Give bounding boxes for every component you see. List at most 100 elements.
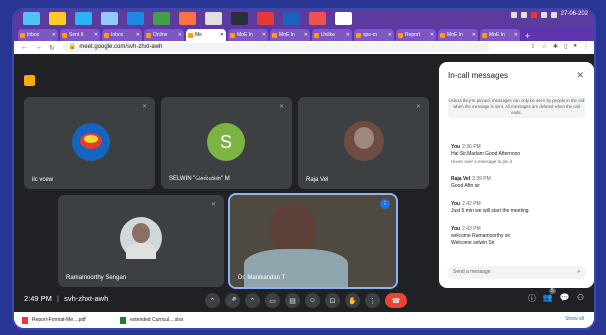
chrome-icon[interactable]: [153, 12, 170, 25]
tab-close-icon[interactable]: ✕: [136, 32, 140, 38]
extensions-icon[interactable]: ✱: [553, 43, 558, 50]
address-bar[interactable]: 🔒 meet.google.com/svh-zhxt-awh: [62, 43, 489, 52]
avatar: [344, 121, 384, 161]
send-icon[interactable]: ➤: [577, 266, 581, 279]
system-tray: 27-06-202: [510, 11, 588, 18]
meet-info-badge-icon[interactable]: [24, 75, 35, 86]
meet-area: ✕ iic vcew ✕ S SELWIN "செல்வின்" M ✕ Raj…: [14, 54, 594, 312]
chrome-active-icon[interactable]: [257, 12, 274, 25]
browser-tab[interactable]: Unlike ✕: [312, 29, 352, 41]
volume-icon[interactable]: [550, 11, 557, 18]
browser-tab[interactable]: Report ✕: [396, 29, 436, 41]
windows-taskbar: 27-06-202: [14, 10, 594, 27]
browser-tab[interactable]: MoE In ✕: [270, 29, 310, 41]
menu-icon[interactable]: ⋮: [583, 43, 589, 50]
participant-tile[interactable]: ✕ S SELWIN "செல்வின்" M: [161, 97, 292, 189]
windows-start-icon[interactable]: [23, 12, 40, 25]
chat-icon[interactable]: 💬: [560, 293, 570, 304]
clock[interactable]: 27-06-202: [561, 11, 588, 18]
participant-name: iic vcew: [32, 177, 54, 183]
reload-icon[interactable]: ↻: [49, 44, 55, 52]
tab-favicon-icon: [62, 32, 67, 38]
share-icon[interactable]: ⇪: [531, 43, 536, 50]
tab-close-icon[interactable]: ✕: [52, 32, 56, 38]
firefox-icon[interactable]: [179, 12, 196, 25]
tab-close-icon[interactable]: ✕: [514, 32, 518, 38]
camera-icon[interactable]: ▭: [265, 293, 280, 308]
tab-label: Me: [195, 32, 202, 38]
url-text: meet.google.com/svh-zhxt-awh: [79, 44, 163, 50]
word-icon[interactable]: [283, 12, 300, 25]
tab-close-icon[interactable]: ✕: [178, 32, 182, 38]
tray-icon[interactable]: [520, 11, 527, 18]
raise-hand-icon[interactable]: ✋: [345, 293, 360, 308]
send-placeholder: Send a message: [453, 269, 491, 275]
tab-close-icon[interactable]: ✕: [304, 32, 308, 38]
send-message-input[interactable]: Send a message ➤: [447, 266, 586, 279]
app-icon[interactable]: [101, 12, 118, 25]
app-icon[interactable]: [205, 12, 222, 25]
tray-icon[interactable]: [530, 11, 537, 18]
bookmark-star-icon[interactable]: ☆: [542, 43, 547, 50]
message-text: Just 5 min we will start the meeting: [451, 208, 529, 214]
tab-close-icon[interactable]: ✕: [94, 32, 98, 38]
tab-close-icon[interactable]: ✕: [262, 32, 266, 38]
more-audio-options-icon[interactable]: ⌃: [205, 293, 220, 308]
browser-tab[interactable]: Sent It ✕: [60, 29, 100, 41]
close-icon[interactable]: ✕: [576, 70, 584, 81]
message-text: Good Aftn sir: [451, 183, 480, 189]
tab-close-icon[interactable]: ✕: [220, 32, 224, 38]
back-icon[interactable]: ←: [21, 44, 28, 51]
participant-tile[interactable]: ✕ iic vcew: [24, 97, 155, 189]
participant-tile[interactable]: ✕ Ramamoorthy Sengan: [58, 195, 224, 287]
forward-icon[interactable]: →: [35, 44, 42, 51]
skype-icon[interactable]: [75, 12, 92, 25]
tab-close-icon[interactable]: ✕: [388, 32, 392, 38]
tray-icon[interactable]: [510, 11, 517, 18]
chat-info-note: Unless they're pinned, messages can only…: [448, 96, 585, 118]
browser-tab[interactable]: MoE In ✕: [480, 29, 520, 41]
emoji-icon[interactable]: ☺: [305, 293, 320, 308]
meeting-info-icon[interactable]: ⓘ: [528, 293, 536, 304]
present-icon[interactable]: ⊡: [325, 293, 340, 308]
browser-tab[interactable]: MoE In ✕: [438, 29, 478, 41]
download-item[interactable]: extended Curricul....xlsx: [120, 316, 210, 324]
more-video-options-icon[interactable]: ⌃: [245, 293, 260, 308]
browser-tab[interactable]: Me ✕: [186, 29, 226, 41]
app-icon[interactable]: [231, 12, 248, 25]
browser-tab[interactable]: Online ✕: [144, 29, 184, 41]
captions-icon[interactable]: ▤: [285, 293, 300, 308]
participant-tile-speaking[interactable]: ⁞ Dr. Manikandan T: [230, 195, 396, 287]
message-text: welcome Ramamoorthy sir: [451, 233, 511, 239]
message-sender: You: [451, 226, 461, 232]
profile-icon[interactable]: ●: [573, 43, 577, 50]
tab-close-icon[interactable]: ✕: [430, 32, 434, 38]
network-icon[interactable]: [540, 11, 547, 18]
people-icon[interactable]: 👥 5: [543, 288, 556, 304]
more-options-icon[interactable]: ⋮: [365, 293, 380, 308]
browser-tab[interactable]: Inbox ✕: [102, 29, 142, 41]
avatar-logo-shape: [84, 135, 98, 143]
end-call-button[interactable]: ☎: [385, 293, 407, 308]
browser-tab[interactable]: MoE In ✕: [228, 29, 268, 41]
app-icon[interactable]: [309, 12, 326, 25]
download-item[interactable]: Report-Format-Me....pdf: [22, 316, 112, 324]
participant-tile[interactable]: ✕ Raja Vel: [298, 97, 429, 189]
tab-label: MoE In: [237, 32, 253, 38]
tab-close-icon[interactable]: ✕: [472, 32, 476, 38]
edge-icon[interactable]: [127, 12, 144, 25]
tab-label: Online: [153, 32, 168, 38]
browser-tab[interactable]: spe-m ✕: [354, 29, 394, 41]
file-explorer-icon[interactable]: [49, 12, 66, 25]
activities-icon[interactable]: ⚇: [577, 293, 584, 304]
sidebar-icon[interactable]: ▯: [564, 43, 567, 50]
browser-tab[interactable]: Inbox ✕: [18, 29, 58, 41]
show-all-button[interactable]: Show all: [565, 316, 584, 322]
address-bar-row: ← → ↻ 🔒 meet.google.com/svh-zhxt-awh ⇪ ☆ …: [14, 41, 594, 55]
microphone-icon[interactable]: 🎤: [225, 293, 240, 308]
app-icon[interactable]: [335, 12, 352, 25]
meeting-details[interactable]: 2:49 PM | svh-zhxt-awh: [24, 294, 108, 303]
tab-close-icon[interactable]: ✕: [346, 32, 350, 38]
meeting-code: svh-zhxt-awh: [64, 294, 109, 303]
new-tab-icon[interactable]: +: [525, 31, 530, 41]
